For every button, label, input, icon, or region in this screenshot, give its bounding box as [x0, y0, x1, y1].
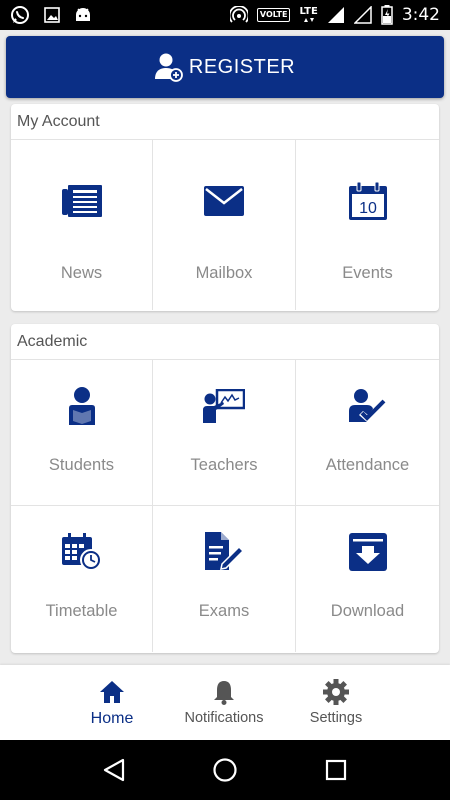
system-navigation-bar	[0, 740, 450, 800]
teacher-icon	[203, 384, 245, 428]
signal-icon	[327, 6, 345, 24]
news-label: News	[60, 264, 103, 282]
add-user-icon	[154, 52, 183, 82]
students-label: Students	[48, 456, 115, 474]
timetable-tile[interactable]: Timetable	[11, 506, 153, 652]
download-tile[interactable]: Download	[296, 506, 439, 652]
clock: 3:42	[401, 5, 440, 25]
signal-outline-icon	[353, 6, 372, 24]
download-icon	[348, 530, 387, 574]
mailbox-tile[interactable]: Mailbox	[153, 140, 296, 310]
exam-icon	[205, 530, 243, 574]
nav-home[interactable]: Home	[56, 665, 168, 740]
network-type-label: LTE	[299, 6, 318, 17]
attendance-tile[interactable]: Attendance	[296, 360, 439, 506]
hotspot-icon	[229, 6, 248, 24]
academic-card: Academic Students Teachers Attendance Ti…	[11, 324, 439, 653]
students-tile[interactable]: Students	[11, 360, 153, 506]
my-account-header: My Account	[11, 104, 439, 140]
recents-icon[interactable]	[325, 759, 347, 781]
lte-indicator: LTE	[299, 6, 318, 23]
download-label: Download	[330, 602, 405, 620]
attendance-icon	[348, 384, 388, 428]
timetable-icon	[61, 530, 102, 574]
teachers-label: Teachers	[190, 456, 258, 474]
nav-notifications-label: Notifications	[184, 710, 264, 726]
calendar-date: 10	[359, 200, 377, 217]
student-icon	[67, 384, 97, 428]
academic-header: Academic	[11, 324, 439, 360]
status-bar: VOLTE LTE 3:42	[0, 0, 450, 30]
nav-settings-label: Settings	[309, 710, 363, 726]
nav-home-label: Home	[90, 710, 134, 727]
bottom-navigation: Home Notifications Settings	[0, 665, 450, 740]
my-account-card: My Account News Mailbox 10 Events	[11, 104, 439, 311]
newspaper-icon	[61, 180, 102, 222]
volte-badge: VOLTE	[256, 8, 291, 22]
timetable-label: Timetable	[45, 602, 118, 620]
home-icon	[99, 678, 125, 706]
envelope-icon	[204, 180, 244, 222]
bell-icon	[213, 678, 235, 706]
whatsapp-icon	[10, 5, 30, 25]
exams-label: Exams	[198, 602, 250, 620]
gear-icon	[323, 678, 349, 706]
calendar-icon: 10	[348, 180, 387, 222]
register-label: REGISTER	[188, 55, 296, 78]
news-tile[interactable]: News	[11, 140, 153, 310]
android-icon	[74, 7, 92, 23]
exams-tile[interactable]: Exams	[153, 506, 296, 652]
register-button[interactable]: REGISTER	[6, 36, 444, 98]
battery-charging-icon	[381, 5, 393, 25]
image-icon	[44, 7, 60, 23]
back-icon[interactable]	[103, 758, 125, 782]
events-label: Events	[342, 264, 393, 282]
nav-settings[interactable]: Settings	[280, 665, 392, 740]
nav-notifications[interactable]: Notifications	[168, 665, 280, 740]
events-tile[interactable]: 10 Events	[296, 140, 439, 310]
mailbox-label: Mailbox	[195, 264, 253, 282]
attendance-label: Attendance	[325, 456, 410, 474]
home-circle-icon[interactable]	[212, 757, 238, 783]
teachers-tile[interactable]: Teachers	[153, 360, 296, 506]
